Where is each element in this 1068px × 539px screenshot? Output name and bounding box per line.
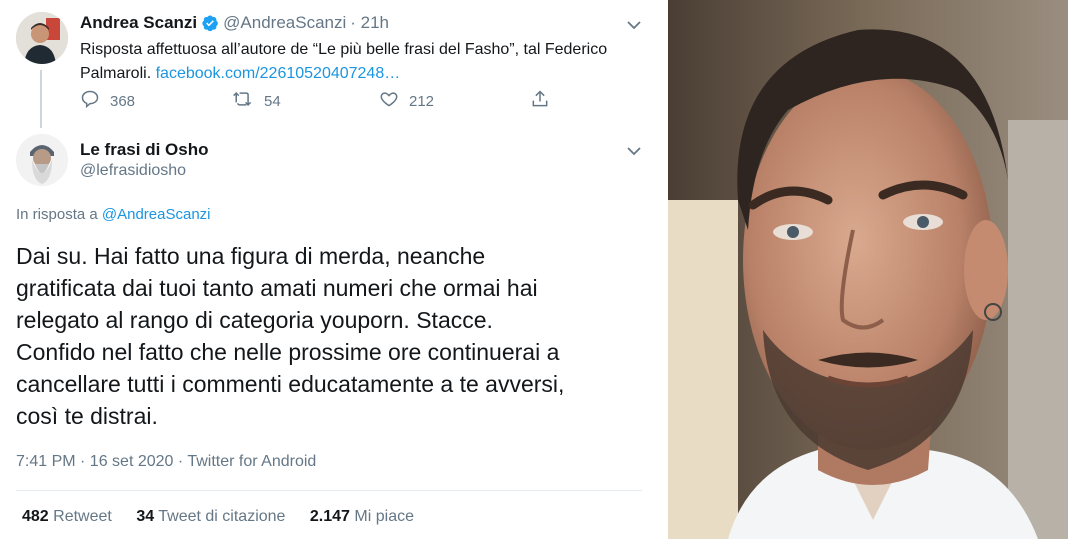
- verified-badge-icon: [201, 14, 219, 32]
- share-button[interactable]: [530, 89, 550, 113]
- reply-to-handle[interactable]: @AndreaScanzi: [102, 206, 211, 223]
- tweet1-author-handle[interactable]: @AndreaScanzi: [223, 13, 346, 33]
- like-count: 212: [409, 92, 435, 110]
- tweet1-body: Risposta affettuosa all’autore de “Le pi…: [80, 38, 645, 86]
- thread-connector-line: [40, 70, 42, 128]
- divider: [16, 490, 642, 491]
- reply-count: 368: [110, 92, 136, 110]
- tweet2-text-line: Dai su. Hai fatto una figura di merda, n…: [16, 243, 486, 269]
- portrait-photo: [668, 0, 1068, 539]
- tweet2-text-line: Confido nel fatto che nelle prossime ore…: [16, 339, 560, 365]
- share-icon: [530, 89, 550, 113]
- tweet2-text-line: cancellare tutti i commenti educatamente…: [16, 371, 565, 397]
- retweet-total-label[interactable]: Retweet: [53, 508, 112, 525]
- reply-prefix: In risposta a: [16, 206, 98, 223]
- avatar-andrea-scanzi[interactable]: [16, 12, 68, 64]
- tweet2-body: Dai su. Hai fatto una figura di merda, n…: [16, 240, 646, 432]
- tweet2-text-line: così te distrai.: [16, 403, 158, 429]
- tweet2-metadata[interactable]: 7:41 PM · 16 set 2020 · Twitter for Andr…: [16, 453, 316, 471]
- quote-total-label[interactable]: Tweet di citazione: [158, 508, 285, 525]
- reply-context: In risposta a @AndreaScanzi: [16, 206, 211, 223]
- tweet1-header: Andrea Scanzi @AndreaScanzi · 21h: [80, 13, 389, 33]
- tweet1-author-name[interactable]: Andrea Scanzi: [80, 13, 197, 33]
- retweet-total[interactable]: 482: [22, 508, 49, 525]
- tweet1-timestamp[interactable]: · 21h: [350, 13, 389, 33]
- tweet2-text-line: relegato al rango di categoria youporn. …: [16, 307, 493, 333]
- quote-total[interactable]: 34: [136, 508, 154, 525]
- tweet2-author-handle[interactable]: @lefrasidiosho: [80, 162, 186, 180]
- tweet2-stats: 482 Retweet 34 Tweet di citazione 2.147 …: [22, 508, 434, 526]
- tweet2-author-name[interactable]: Le frasi di Osho: [80, 140, 208, 160]
- chevron-down-icon[interactable]: [627, 143, 641, 156]
- retweet-count: 54: [264, 92, 281, 110]
- like-icon: [379, 89, 399, 113]
- like-total[interactable]: 2.147: [310, 508, 350, 525]
- retweet-icon: [232, 89, 254, 113]
- panel-gap: [660, 0, 668, 539]
- avatar-le-frasi-di-osho[interactable]: [16, 134, 68, 186]
- tweet1-action-bar: 368 54 212: [80, 89, 560, 111]
- reply-button[interactable]: 368: [80, 89, 135, 113]
- retweet-button[interactable]: 54: [232, 89, 281, 113]
- like-button[interactable]: 212: [379, 89, 434, 113]
- tweet-screenshot: Andrea Scanzi @AndreaScanzi · 21h Rispos…: [0, 0, 660, 539]
- chevron-down-icon[interactable]: [627, 17, 641, 30]
- tweet2-text-line: gratificata dai tuoi tanto amati numeri …: [16, 275, 538, 301]
- tweet1-link[interactable]: facebook.com/22610520407248…: [156, 65, 401, 82]
- like-total-label[interactable]: Mi piace: [354, 508, 414, 525]
- reply-icon: [80, 89, 100, 113]
